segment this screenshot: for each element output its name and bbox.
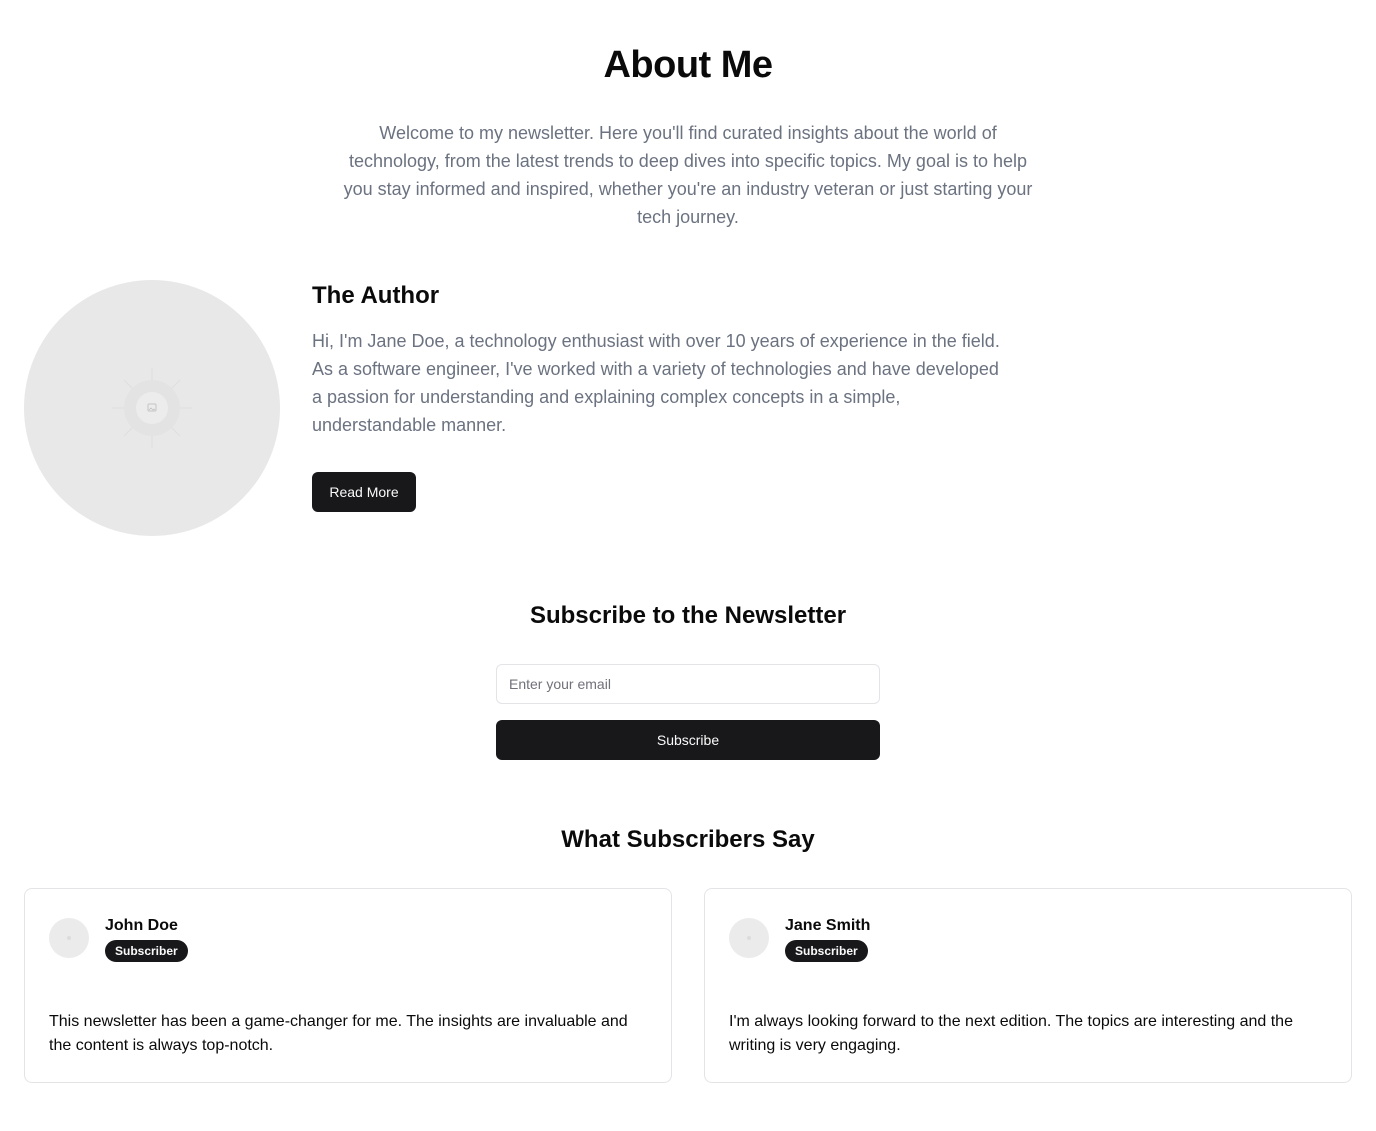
intro-text: Welcome to my newsletter. Here you'll fi… — [343, 123, 1033, 227]
testimonial-name: John Doe — [105, 917, 178, 934]
testimonial-quote: I'm always looking forward to the next e… — [729, 1013, 1293, 1054]
subscribe-heading: Subscribe to the Newsletter — [529, 602, 847, 629]
testimonials-heading: What Subscribers Say — [561, 826, 815, 853]
author-avatar — [24, 280, 280, 536]
testimonial-card: John Doe Subscriber This newsletter has … — [24, 888, 672, 1083]
image-placeholder-icon — [112, 368, 192, 448]
subscribe-button[interactable]: Subscribe — [496, 720, 880, 760]
testimonial-card: Jane Smith Subscriber I'm always looking… — [704, 888, 1352, 1083]
page-title: About Me — [603, 44, 773, 86]
author-bio: Hi, I'm Jane Doe, a technology enthusias… — [312, 331, 1000, 435]
status-badge: Subscriber — [105, 940, 188, 962]
avatar — [729, 918, 769, 958]
status-badge: Subscriber — [785, 940, 868, 962]
email-input[interactable] — [496, 664, 880, 704]
testimonial-quote: This newsletter has been a game-changer … — [49, 1013, 628, 1054]
read-more-button[interactable]: Read More — [312, 472, 416, 512]
avatar — [49, 918, 89, 958]
testimonial-name: Jane Smith — [785, 917, 871, 934]
author-heading: The Author — [312, 282, 440, 309]
